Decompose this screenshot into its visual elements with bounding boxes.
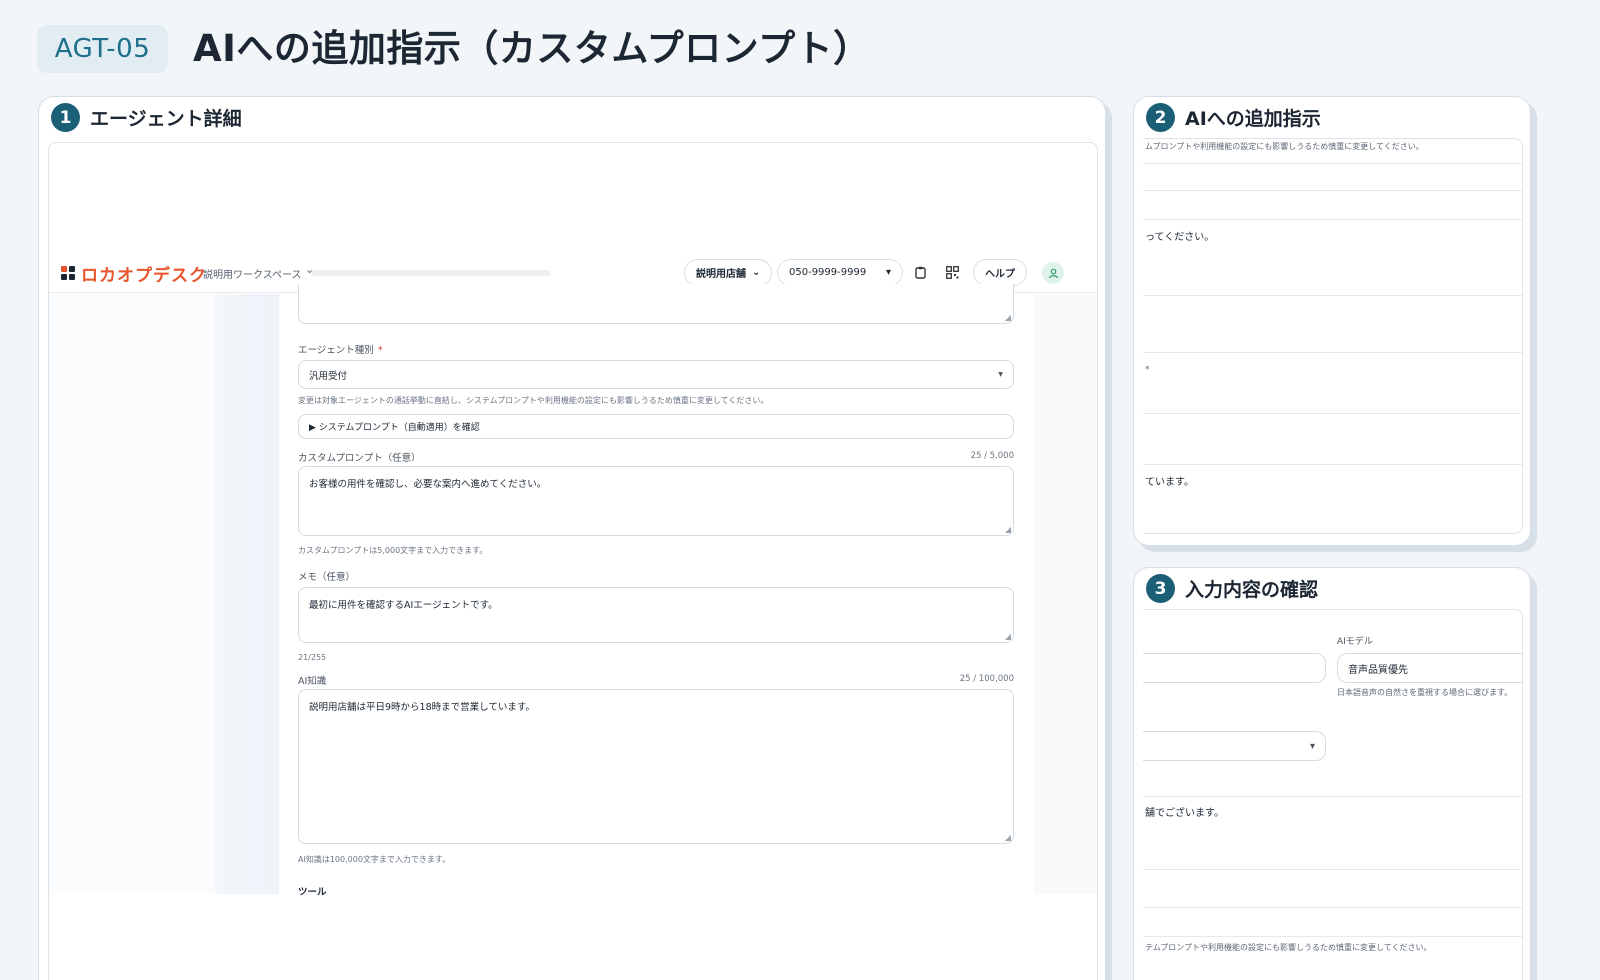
- knowledge-label: AI知識: [298, 676, 327, 687]
- memo-textarea[interactable]: 最初に用件を確認するAIエージェントです。 ◢: [298, 587, 1014, 643]
- name-input[interactable]: [1143, 653, 1326, 683]
- user-icon[interactable]: [1042, 262, 1064, 284]
- divider: [1143, 413, 1522, 414]
- page-title: AIへの追加指示（カスタムプロンプト）: [193, 27, 871, 70]
- memo-count: 21/255: [298, 653, 327, 662]
- divider: [1143, 352, 1522, 353]
- divider: [1143, 295, 1522, 296]
- custom-prompt-textarea[interactable]: お客様の用件を確認し、必要な案内へ進めてください。 ◢: [298, 466, 1014, 536]
- previous-textarea[interactable]: ◢: [298, 284, 1014, 324]
- knowledge-hint: AI知識は100,000文字まで入力できます。: [298, 855, 451, 864]
- divider: [1143, 936, 1522, 937]
- zoomed-screenshot: ムプロンプトや利用機能の設定にも影響しうるため慎重に変更してください。 ってくだ…: [1143, 138, 1523, 534]
- custom-prompt-value: お客様の用件を確認し、必要な案内へ進めてください。: [309, 479, 547, 490]
- ai-model-hint: 日本語音声の自然さを重視する場合に選びます。: [1337, 688, 1513, 697]
- system-prompt-toggle[interactable]: ▶ システムプロンプト（自動適用）を確認: [298, 414, 1014, 439]
- breadcrumb-placeholder: [311, 270, 551, 276]
- caret-down-icon: ▾: [1309, 740, 1315, 752]
- tools-section-title: ツール: [298, 887, 327, 898]
- required-mark: *: [377, 345, 383, 356]
- app-logo[interactable]: ロカオプデスク: [81, 261, 207, 286]
- custom-prompt-hint: カスタムプロンプトは5,000文字まで入力できます。: [298, 546, 488, 555]
- divider: [1143, 163, 1522, 164]
- panel-input-confirmation: 3 入力内容の確認 AIモデル 音声品質優先 日本語音声の自然さを重視する場合に…: [1133, 567, 1531, 980]
- resize-grip-icon: ◢: [1004, 632, 1011, 641]
- resize-grip-icon: ◢: [1004, 525, 1011, 534]
- qr-code-icon[interactable]: [946, 266, 959, 283]
- agent-type-hint-fragment: ムプロンプトや利用機能の設定にも影響しうるため慎重に変更してください。: [1145, 142, 1424, 151]
- dropdown-select[interactable]: ▾: [1143, 731, 1326, 761]
- panel-title: AIへの追加指示: [1185, 108, 1321, 130]
- memo-label: メモ（任意）: [298, 572, 356, 583]
- custom-prompt-fragment: ってください。: [1145, 232, 1215, 243]
- divider: [1143, 869, 1522, 870]
- zoomed-screenshot: AIモデル 音声品質優先 日本語音声の自然さを重視する場合に選びます。 ▾ 舗で…: [1143, 609, 1523, 980]
- agent-form: ◢ エージェント種別 * 汎用受付 ▾ 変更は対象エージェントの通話挙動に直結し、…: [279, 284, 1034, 898]
- panel-header: 3 入力内容の確認: [1146, 574, 1318, 603]
- store-select[interactable]: 説明用店舗 ⌄: [684, 259, 773, 286]
- divider: [1143, 796, 1522, 797]
- help-button[interactable]: ヘルプ: [973, 259, 1027, 286]
- knowledge-fragment: ています。: [1145, 477, 1194, 488]
- agent-type-select[interactable]: 汎用受付 ▾: [298, 360, 1014, 389]
- agent-type-hint-fragment: テムプロンプトや利用機能の設定にも影響しうるため慎重に変更してください。: [1145, 943, 1432, 952]
- panel-header: 2 AIへの追加指示: [1146, 103, 1321, 132]
- agent-type-value: 汎用受付: [309, 370, 348, 382]
- sidebar: [49, 294, 215, 894]
- knowledge-textarea[interactable]: 説明用店舗は平日9時から18時まで営業しています。 ◢: [298, 689, 1014, 844]
- divider: [1143, 464, 1522, 465]
- agent-type-hint: 変更は対象エージェントの通話挙動に直結し、システムプロンプトや利用機能の設定にも…: [298, 396, 769, 405]
- knowledge-count: 25 / 100,000: [959, 674, 1014, 684]
- ai-model-label: AIモデル: [1337, 637, 1373, 647]
- divider: [1143, 907, 1522, 908]
- step-number: 1: [51, 103, 80, 132]
- store-select-label: 説明用店舗: [696, 269, 746, 280]
- custom-prompt-label: カスタムプロンプト（任意）: [298, 453, 421, 464]
- resize-grip-icon: ◢: [1004, 833, 1011, 842]
- panel-ai-instructions: 2 AIへの追加指示 ムプロンプトや利用機能の設定にも影響しうるため慎重に変更し…: [1133, 96, 1531, 546]
- sidebar-edge: [215, 294, 279, 894]
- screen-code-badge: AGT-05: [37, 25, 168, 73]
- logo-grid-icon: [61, 266, 75, 280]
- step-number: 3: [1146, 574, 1175, 603]
- agent-type-label: エージェント種別 *: [298, 342, 383, 356]
- panel-header: 1 エージェント詳細: [51, 103, 242, 132]
- workspace-name[interactable]: 説明用ワークスペース: [203, 266, 302, 281]
- memo-value: 最初に用件を確認するAIエージェントです。: [309, 600, 498, 611]
- greeting-fragment: 舗でございます。: [1145, 808, 1224, 819]
- phone-select-label: 050-9999-9999: [789, 267, 867, 278]
- panel-title: 入力内容の確認: [1185, 579, 1319, 601]
- step-number: 2: [1146, 103, 1175, 132]
- divider: [1143, 219, 1522, 220]
- clipboard-icon[interactable]: [915, 266, 926, 283]
- divider: [1143, 190, 1522, 191]
- content-margin: [1034, 294, 1097, 894]
- resize-grip-icon: ◢: [1004, 313, 1011, 322]
- ai-model-value: 音声品質優先: [1348, 664, 1408, 676]
- custom-prompt-count: 25 / 5,000: [970, 451, 1014, 461]
- screenshot-frame: ロカオプデスク 説明用ワークスペース ⌄ 説明用店舗 ⌄ 050-9999-99…: [48, 142, 1098, 980]
- caret-down-icon: ▾: [998, 369, 1003, 380]
- knowledge-value: 説明用店舗は平日9時から18時まで営業しています。: [309, 702, 535, 713]
- phone-select[interactable]: 050-9999-9999 ▾: [777, 259, 903, 286]
- chevron-down-icon: ⌄: [752, 267, 761, 278]
- panel-agent-detail: 1 エージェント詳細 ロカオプデスク 説明用ワークスペース ⌄ 説明用店舗 ⌄ …: [38, 96, 1106, 980]
- caret-down-icon: ▾: [885, 267, 891, 278]
- ai-model-select[interactable]: 音声品質優先: [1337, 653, 1522, 683]
- agent-type-label-text: エージェント種別: [298, 345, 374, 356]
- required-marker: *: [1145, 365, 1150, 375]
- panel-title: エージェント詳細: [90, 108, 242, 130]
